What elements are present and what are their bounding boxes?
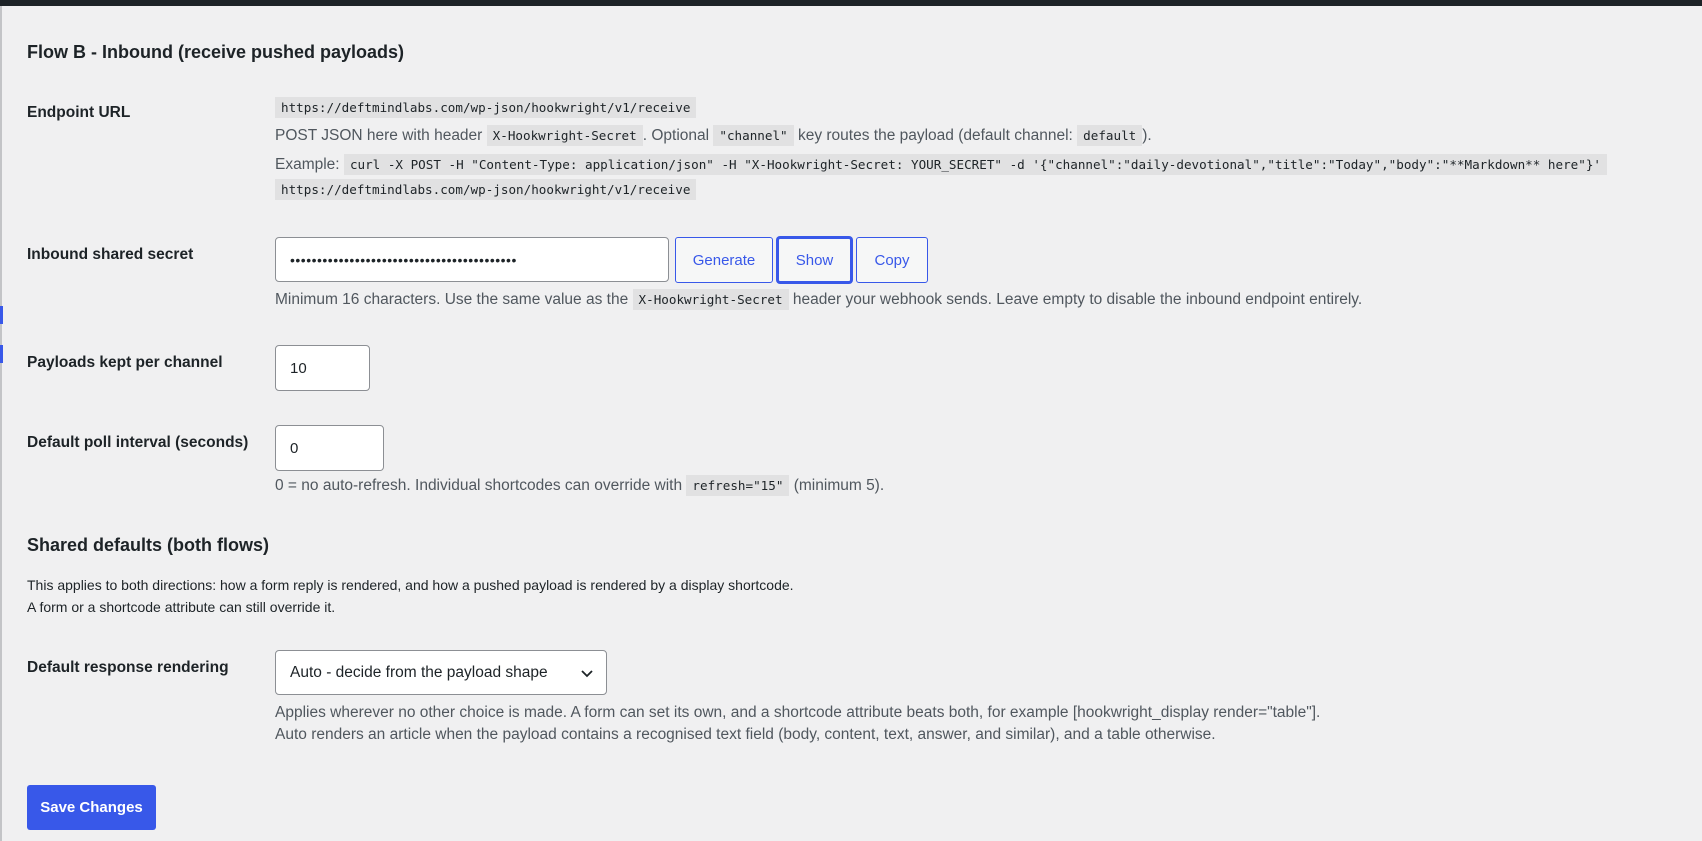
generate-secret-button[interactable]: Generate	[675, 237, 773, 283]
inbound-secret-help: Minimum 16 characters. Use the same valu…	[275, 289, 1363, 310]
endpoint-desc-suffix: key routes the payload (default channel:	[797, 127, 1073, 144]
left-edge-divider	[0, 6, 2, 841]
endpoint-example-url-row: https://deftmindlabs.com/wp-json/hookwri…	[275, 179, 697, 200]
refresh-attribute-code: refresh="15"	[686, 475, 790, 496]
poll-interval-input[interactable]	[275, 425, 384, 471]
endpoint-url-code: https://deftmindlabs.com/wp-json/hookwri…	[275, 97, 697, 118]
poll-help-suffix: (minimum 5).	[793, 477, 885, 494]
response-rendering-help-line1: Applies wherever no other choice is made…	[275, 704, 1321, 721]
section-heading-shared-defaults: Shared defaults (both flows)	[27, 535, 270, 555]
inbound-secret-input[interactable]	[275, 237, 669, 282]
secret-header-code: X-Hookwright-Secret	[632, 289, 789, 310]
inbound-secret-label: Inbound shared secret	[27, 246, 194, 263]
left-edge-marker	[0, 306, 3, 324]
payloads-kept-input[interactable]	[275, 345, 370, 391]
secret-help-prefix: Minimum 16 characters. Use the same valu…	[275, 291, 629, 308]
section-heading-flow-b: Flow B - Inbound (receive pushed payload…	[27, 42, 405, 62]
endpoint-desc-middle: . Optional	[642, 127, 710, 144]
example-curl-code: curl -X POST -H "Content-Type: applicati…	[343, 154, 1607, 175]
response-rendering-selected: Auto - decide from the payload shape	[290, 663, 548, 681]
header-name-code: X-Hookwright-Secret	[486, 125, 643, 146]
secret-help-suffix: header your webhook sends. Leave empty t…	[792, 291, 1363, 308]
endpoint-url-label: Endpoint URL	[27, 104, 131, 121]
channel-key-code: "channel"	[713, 125, 794, 146]
poll-help-prefix: 0 = no auto-refresh. Individual shortcod…	[275, 477, 683, 494]
show-secret-button[interactable]: Show	[777, 237, 852, 283]
top-admin-bar	[0, 0, 1702, 6]
default-channel-code: default	[1077, 125, 1143, 146]
shared-intro-line2: A form or a shortcode attribute can stil…	[27, 599, 336, 615]
endpoint-url-row: https://deftmindlabs.com/wp-json/hookwri…	[275, 97, 697, 118]
left-edge-marker	[0, 345, 3, 363]
response-rendering-label: Default response rendering	[27, 659, 229, 676]
shared-intro-line1: This applies to both directions: how a f…	[27, 577, 794, 593]
example-url-code: https://deftmindlabs.com/wp-json/hookwri…	[275, 179, 697, 200]
endpoint-desc-end: ).	[1142, 127, 1152, 144]
chevron-down-icon	[581, 670, 593, 678]
endpoint-example: Example: curl -X POST -H "Content-Type: …	[275, 154, 1607, 175]
payloads-kept-label: Payloads kept per channel	[27, 354, 223, 371]
example-label: Example:	[275, 156, 340, 173]
poll-interval-label: Default poll interval (seconds)	[27, 434, 249, 451]
endpoint-url-description: POST JSON here with header X-Hookwright-…	[275, 125, 1152, 146]
response-rendering-help-line2: Auto renders an article when the payload…	[275, 726, 1216, 743]
copy-secret-button[interactable]: Copy	[856, 237, 928, 283]
poll-interval-help: 0 = no auto-refresh. Individual shortcod…	[275, 475, 885, 496]
save-changes-button[interactable]: Save Changes	[27, 785, 156, 830]
response-rendering-select[interactable]: Auto - decide from the payload shape	[275, 650, 607, 695]
endpoint-desc-prefix: POST JSON here with header	[275, 127, 483, 144]
